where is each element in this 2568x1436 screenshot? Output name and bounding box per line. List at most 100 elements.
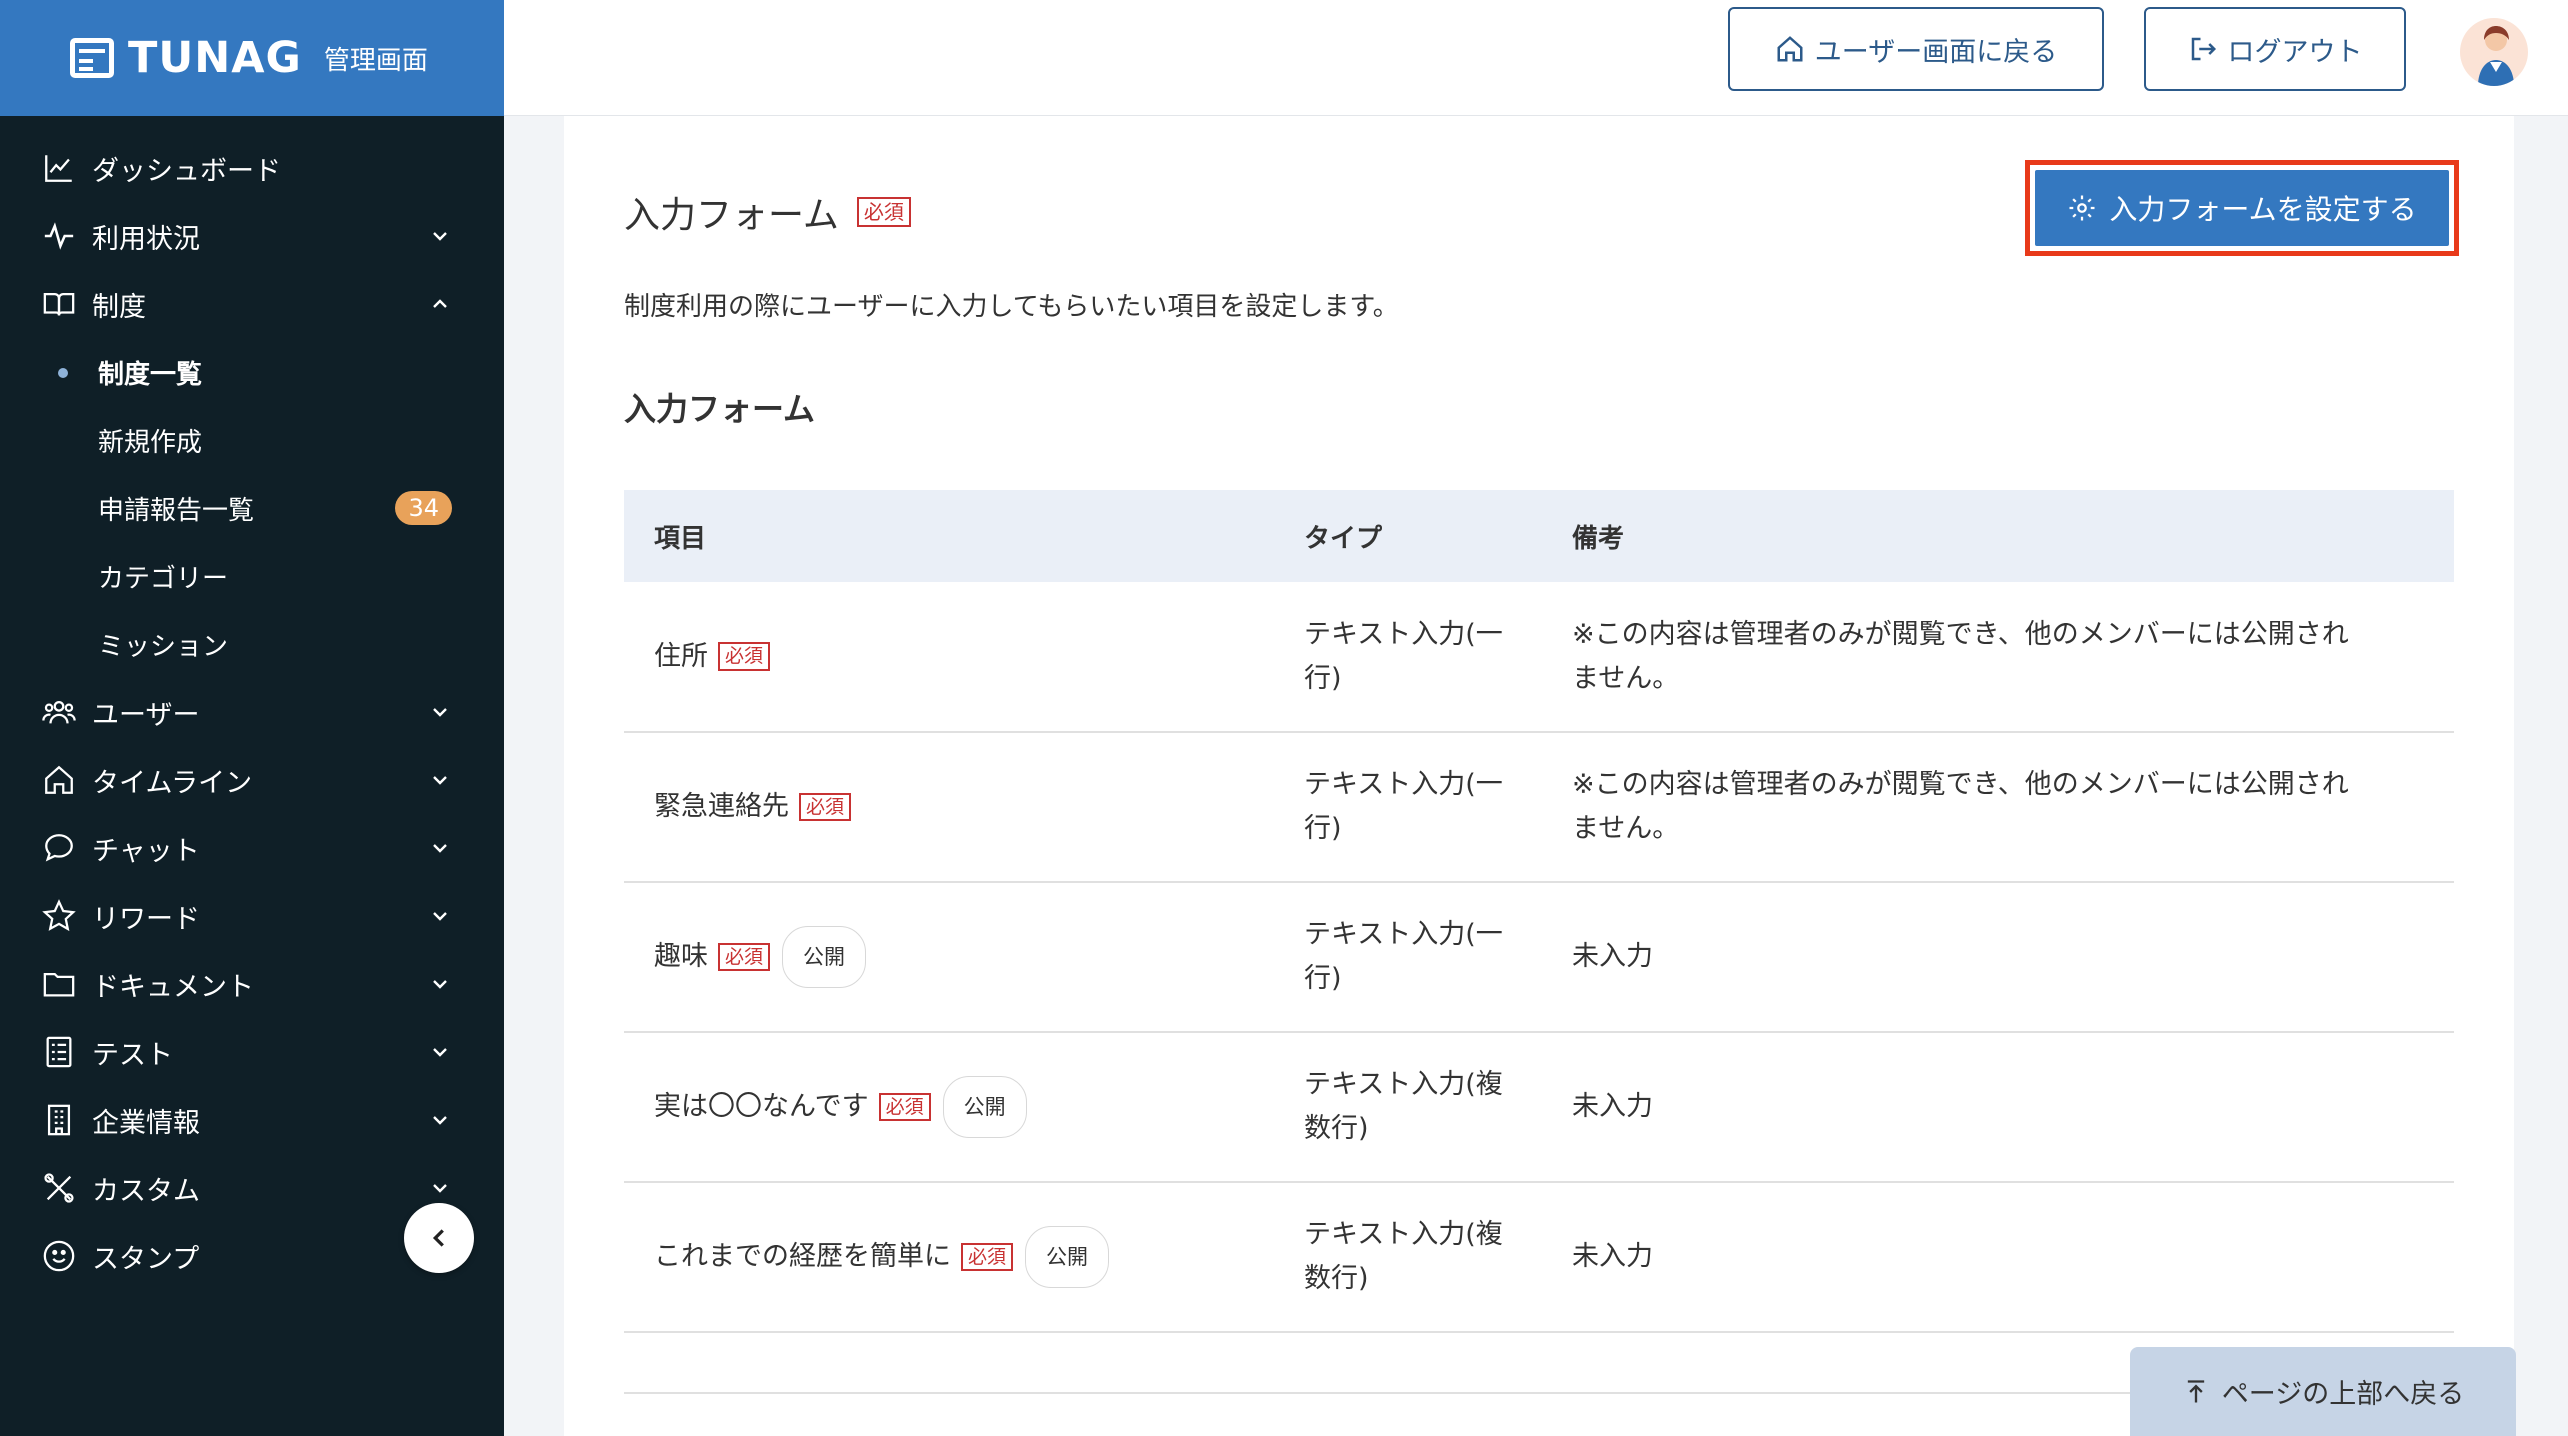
section-header: 入力フォーム 必須	[624, 186, 911, 238]
count-badge: 34	[395, 491, 452, 525]
sidebar-item-test[interactable]: テスト	[0, 1018, 504, 1086]
home-icon	[40, 761, 78, 799]
sidebar-item-label: カスタム	[92, 1175, 200, 1207]
user-illustration-icon	[2478, 26, 2514, 86]
sidebar-item-label: チャット	[92, 835, 200, 867]
sidebar-item-system[interactable]: 制度	[0, 270, 504, 338]
page-title: 入力フォーム	[624, 195, 839, 236]
sidebar: TUNAG 管理画面 ダッシュボード 利用状況 制度 制度一覧 新規作成 申請報…	[0, 0, 504, 1436]
sidebar-item-users[interactable]: ユーザー	[0, 678, 504, 746]
item-type-line: テキスト入力(一	[1304, 919, 1503, 950]
item-name: 趣味	[654, 941, 708, 972]
table-row: 実は〇〇なんです 必須 公開 テキスト入力(複 数行) 未入力	[624, 1032, 2454, 1183]
item-type: テキスト入力(複 数行)	[1304, 1063, 1572, 1151]
avatar[interactable]	[2460, 18, 2528, 86]
sidebar-subitem-mission[interactable]: ミッション	[0, 610, 504, 678]
sidebar-item-usage[interactable]: 利用状況	[0, 202, 504, 270]
chevron-up-icon	[433, 299, 447, 308]
sidebar-item-timeline[interactable]: タイムライン	[0, 746, 504, 814]
sidebar-subitem-label: 新規作成	[98, 427, 203, 458]
item-type: テキスト入力(一 行)	[1304, 613, 1572, 701]
item-name: 実は〇〇なんです	[654, 1091, 869, 1122]
item-note: 未入力	[1572, 1091, 1653, 1122]
sidebar-subitem-category[interactable]: カテゴリー	[0, 542, 504, 610]
sidebar-subitem-system-list[interactable]: 制度一覧	[0, 338, 504, 406]
tools-icon	[40, 1169, 78, 1207]
activity-icon	[40, 217, 78, 255]
input-form-table: 項目 タイプ 備考 住所 必須 テキスト入力(一 行) ※この内容は管理者のみが閲覧…	[624, 490, 2454, 1333]
home-icon	[1777, 36, 1803, 62]
required-tag: 必須	[718, 642, 771, 671]
public-tag: 公開	[782, 926, 867, 988]
configure-input-form-label: 入力フォームを設定する	[2109, 193, 2417, 226]
smile-icon	[40, 1237, 78, 1275]
table-row: これまでの経歴を簡単に 必須 公開 テキスト入力(複 数行) 未入力	[624, 1182, 2454, 1333]
sidebar-item-label: ドキュメント	[92, 971, 254, 1003]
sidebar-item-reward[interactable]: リワード	[0, 882, 504, 950]
item-note-line: ません。	[1572, 813, 1680, 844]
item-note: 未入力	[1572, 1241, 1653, 1272]
item-note: 未入力	[1572, 941, 1653, 972]
table-row: 緊急連絡先 必須 テキスト入力(一 行) ※この内容は管理者のみが閲覧でき、他のメン…	[624, 732, 2454, 883]
chart-icon	[40, 149, 78, 187]
item-type-line: テキスト入力(一	[1304, 769, 1503, 800]
main-card: 入力フォーム 必須 入力フォームを設定する 制度利用の際にユーザーに入力してもら…	[564, 116, 2514, 1436]
arrow-up-icon	[2187, 1379, 2204, 1402]
tunag-logo-icon	[70, 38, 114, 78]
column-header-note: 備考	[1572, 490, 2454, 582]
chevron-down-icon	[433, 708, 447, 717]
item-type-line: テキスト入力(一	[1304, 618, 1503, 650]
sidebar-nav: ダッシュボード 利用状況 制度 制度一覧 新規作成 申請報告一覧 34 カテゴリ…	[0, 116, 504, 1290]
chevron-down-icon	[433, 1048, 447, 1057]
required-tag: 必須	[799, 792, 852, 822]
item-note-line: ません。	[1572, 662, 1680, 694]
required-tag: 必須	[718, 942, 771, 972]
back-to-top-label: ページの上部へ戻る	[2221, 1379, 2465, 1410]
brand-header[interactable]: TUNAG 管理画面	[0, 0, 504, 116]
item-type-line: 行)	[1304, 963, 1342, 994]
logout-button[interactable]: ログアウト	[2144, 7, 2406, 91]
gear-icon	[2069, 195, 2095, 221]
chevron-down-icon	[433, 980, 447, 989]
configure-button-highlight: 入力フォームを設定する	[2025, 160, 2459, 256]
checklist-icon	[40, 1033, 78, 1071]
sidebar-item-dashboard[interactable]: ダッシュボード	[0, 134, 504, 202]
required-tag: 必須	[856, 197, 911, 227]
chevron-down-icon	[433, 844, 447, 853]
sidebar-subitem-label: 申請報告一覧	[98, 495, 255, 526]
chevron-down-icon	[433, 232, 447, 241]
folder-icon	[40, 965, 78, 1003]
sidebar-item-label: ユーザー	[92, 699, 200, 731]
book-icon	[40, 285, 78, 323]
table-header-row: 項目 タイプ 備考	[624, 490, 2454, 582]
sidebar-item-chat[interactable]: チャット	[0, 814, 504, 882]
required-tag: 必須	[878, 1092, 931, 1122]
item-type: テキスト入力(一 行)	[1304, 763, 1572, 851]
item-type-line: 数行)	[1304, 1113, 1369, 1144]
sidebar-item-document[interactable]: ドキュメント	[0, 950, 504, 1018]
sidebar-subitem-new[interactable]: 新規作成	[0, 406, 504, 474]
sidebar-item-company[interactable]: 企業情報	[0, 1086, 504, 1154]
sidebar-subitem-applications[interactable]: 申請報告一覧 34	[0, 474, 504, 542]
sidebar-item-label: タイムライン	[92, 767, 253, 799]
logout-label: ログアウト	[2227, 36, 2363, 68]
back-to-user-screen-label: ユーザー画面に戻る	[1814, 36, 2058, 68]
logout-icon	[2191, 37, 2216, 61]
back-to-top-button[interactable]: ページの上部へ戻る	[2130, 1347, 2516, 1436]
configure-input-form-button[interactable]: 入力フォームを設定する	[2035, 170, 2449, 246]
chat-icon	[40, 829, 78, 867]
item-type-line: テキスト入力(複	[1304, 1219, 1503, 1250]
sidebar-item-label: 利用状況	[92, 223, 200, 255]
building-icon	[40, 1101, 78, 1139]
chevron-down-icon	[433, 1184, 447, 1193]
column-header-type: タイプ	[1304, 490, 1572, 582]
chevron-down-icon	[433, 1116, 447, 1125]
item-type-line: テキスト入力(複	[1304, 1069, 1503, 1100]
column-header-item: 項目	[624, 490, 1304, 582]
item-note-line: ※この内容は管理者のみが閲覧でき、他のメンバーには公開され	[1572, 618, 2349, 650]
collapse-sidebar-button[interactable]	[404, 1203, 474, 1273]
back-to-user-screen-button[interactable]: ユーザー画面に戻る	[1728, 7, 2104, 91]
item-note: ※この内容は管理者のみが閲覧でき、他のメンバーには公開され ません。	[1572, 763, 2414, 851]
item-note-line: ※この内容は管理者のみが閲覧でき、他のメンバーには公開され	[1572, 769, 2349, 800]
sidebar-item-label: 企業情報	[92, 1107, 200, 1139]
